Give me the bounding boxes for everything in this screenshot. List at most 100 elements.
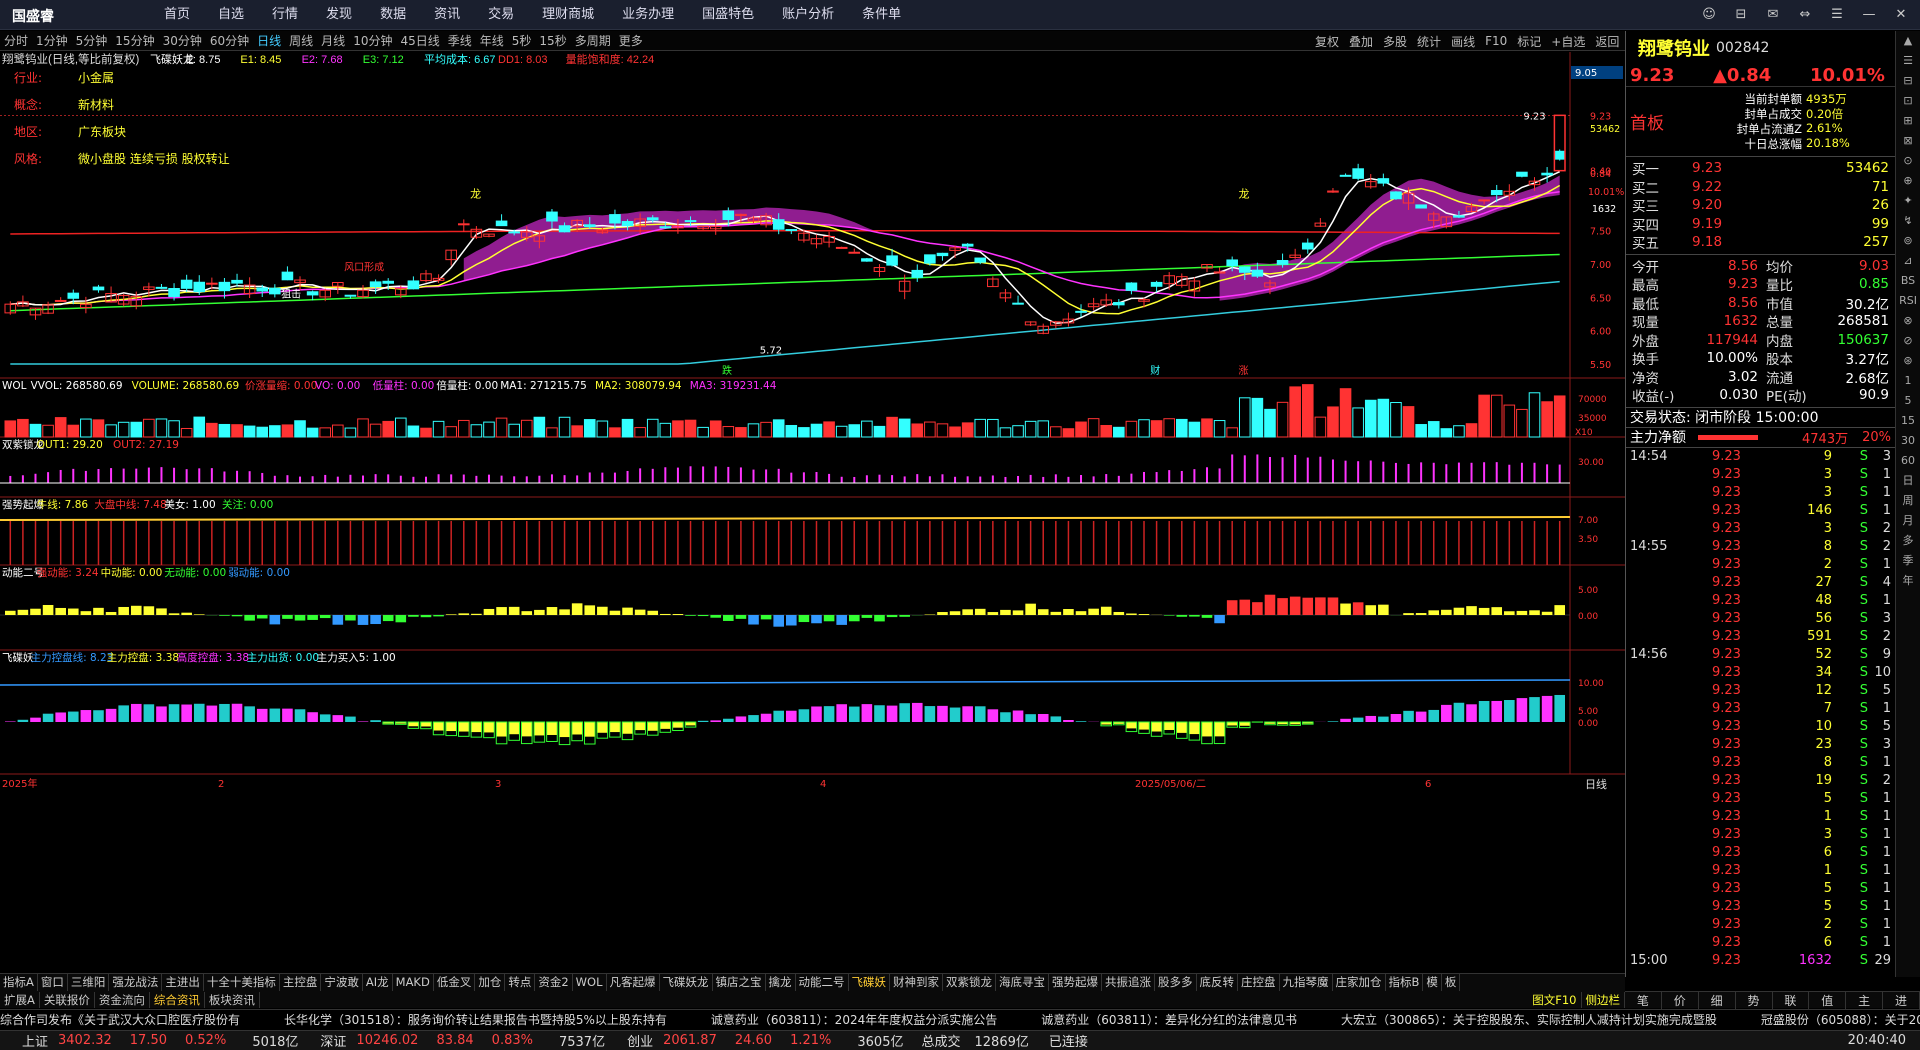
sidebar-button-icon-1[interactable]: ☰	[1896, 51, 1920, 71]
quote-tab-4[interactable]: 联	[1773, 991, 1810, 1009]
indicator-tab-30[interactable]: 庄家加仓	[1333, 974, 1386, 991]
quote-tab-2[interactable]: 细	[1699, 991, 1736, 1009]
quote-tab-6[interactable]: 主	[1846, 991, 1884, 1009]
news-ticker[interactable]: 综合作司发布《关于武汉大众口腔医疗股份有 长华化学（301518）：服务询价转让结…	[0, 1009, 1920, 1029]
bottom-tab-1[interactable]: 关联报价	[40, 991, 95, 1008]
indicator-tab-27[interactable]: 底反转	[1197, 974, 1238, 991]
bottom-tab-2[interactable]: 资金流向	[95, 991, 150, 1008]
indicator-tab-22[interactable]: 双紫锁龙	[943, 974, 996, 991]
indicator-tab-15[interactable]: 凡客起爆	[607, 974, 660, 991]
indicator-tab-24[interactable]: 强势起爆	[1049, 974, 1102, 991]
period-tab-5[interactable]: 60分钟	[206, 31, 253, 51]
chart-tool-5[interactable]: F10	[1480, 34, 1512, 48]
window-button-icon-0[interactable]: ☺	[1698, 4, 1720, 26]
sidebar-button-icon-26[interactable]: 季	[1896, 551, 1920, 571]
indicator-tab-7[interactable]: 宁波敢	[321, 974, 363, 991]
sidebar-button-icon-6[interactable]: ⊙	[1896, 151, 1920, 171]
sidebar-button-icon-2[interactable]: ⊟	[1896, 71, 1920, 91]
period-tab-8[interactable]: 月线	[317, 31, 349, 51]
indicator-tab-17[interactable]: 镇店之宝	[713, 974, 766, 991]
sidebar-button-icon-20[interactable]: 30	[1896, 431, 1920, 451]
chart-tool-4[interactable]: 画线	[1446, 33, 1480, 50]
quote-tab-3[interactable]: 势	[1736, 991, 1773, 1009]
sidebar-button-icon-16[interactable]: ⊛	[1896, 351, 1920, 371]
indicator-tab-31[interactable]: 指标B	[1386, 974, 1424, 991]
chart-tool-2[interactable]: 多股	[1378, 33, 1412, 50]
kline-chart[interactable]: 翔鹭钨业(日线,等比前复权) 飞碟妖 龙 E: 8.75 E1: 8.45 E2: 7.6…	[0, 52, 1625, 962]
indicator-tab-25[interactable]: 共振追涨	[1102, 974, 1155, 991]
topnav-item-1[interactable]: 自选	[204, 0, 258, 30]
sidebar-button-icon-24[interactable]: 月	[1896, 511, 1920, 531]
topnav-item-5[interactable]: 资讯	[420, 0, 474, 30]
quote-tab-0[interactable]: 笔	[1625, 991, 1662, 1009]
indicator-tab-0[interactable]: 指标A	[0, 974, 38, 991]
indicator-tab-23[interactable]: 海底寻宝	[996, 974, 1049, 991]
window-button-icon-1[interactable]: ⊟	[1730, 4, 1752, 26]
sidebar-button-icon-19[interactable]: 15	[1896, 411, 1920, 431]
period-tab-16[interactable]: 更多	[615, 31, 647, 51]
chart-tool-1[interactable]: 叠加	[1344, 33, 1378, 50]
bottom-tab-3[interactable]: 综合资讯	[150, 991, 205, 1008]
indicator-tab-10[interactable]: 低金叉	[434, 974, 476, 991]
sidebar-button-icon-13[interactable]: RSI	[1896, 291, 1920, 311]
sidebar-button-icon-23[interactable]: 周	[1896, 491, 1920, 511]
index-name[interactable]: 创业	[627, 1031, 653, 1050]
indicator-tab-29[interactable]: 九指琴魔	[1280, 974, 1333, 991]
sidebar-button-icon-9[interactable]: ↯	[1896, 211, 1920, 231]
indicator-tab-14[interactable]: WOL	[573, 974, 607, 991]
topnav-item-2[interactable]: 行情	[258, 0, 312, 30]
topnav-item-6[interactable]: 交易	[474, 0, 528, 30]
period-tab-7[interactable]: 周线	[285, 31, 317, 51]
indicator-tab-9[interactable]: MAKD	[393, 974, 434, 991]
bottom-tab-0[interactable]: 扩展A	[0, 991, 40, 1008]
period-tab-13[interactable]: 5秒	[508, 31, 536, 51]
period-tab-4[interactable]: 30分钟	[159, 31, 206, 51]
sidebar-button-icon-7[interactable]: ⊕	[1896, 171, 1920, 191]
index-name[interactable]: 上证	[22, 1031, 48, 1050]
sidebar-button-icon-3[interactable]: ⊡	[1896, 91, 1920, 111]
indicator-tab-33[interactable]: 板	[1442, 974, 1461, 991]
sidebar-button-icon-18[interactable]: 5	[1896, 391, 1920, 411]
indicator-tab-16[interactable]: 飞碟妖龙	[660, 974, 713, 991]
sidebar-button-icon-12[interactable]: BS	[1896, 271, 1920, 291]
period-tab-3[interactable]: 15分钟	[111, 31, 158, 51]
news-item[interactable]: 诚意药业（603811）：差异化分红的法律意见书	[1041, 1010, 1297, 1029]
sidebar-button-icon-4[interactable]: ⊞	[1896, 111, 1920, 131]
indicator-tab-8[interactable]: AI龙	[363, 974, 393, 991]
period-tab-6[interactable]: 日线	[253, 31, 285, 51]
chart-tool-0[interactable]: 复权	[1310, 33, 1344, 50]
chart-tool-7[interactable]: +自选	[1546, 33, 1590, 50]
topnav-item-11[interactable]: 条件单	[848, 0, 915, 30]
period-tab-11[interactable]: 季线	[444, 31, 476, 51]
window-button-icon-4[interactable]: ☰	[1826, 4, 1848, 26]
sidebar-button-icon-5[interactable]: ⊠	[1896, 131, 1920, 151]
quote-tab-1[interactable]: 价	[1662, 991, 1699, 1009]
chart-tool-3[interactable]: 统计	[1412, 33, 1446, 50]
period-tab-9[interactable]: 10分钟	[349, 31, 396, 51]
indicator-tab-20[interactable]: 飞碟妖	[849, 974, 890, 991]
window-button-icon-5[interactable]: —	[1858, 4, 1880, 26]
news-item[interactable]: 综合作司发布《关于武汉大众口腔医疗股份有	[0, 1010, 240, 1029]
indicator-tab-18[interactable]: 擒龙	[766, 974, 796, 991]
indicator-tab-12[interactable]: 转点	[505, 974, 536, 991]
indicator-tab-4[interactable]: 主进出	[162, 974, 204, 991]
topnav-item-9[interactable]: 国盛特色	[688, 0, 768, 30]
sidebar-button-icon-27[interactable]: 年	[1896, 571, 1920, 591]
sidebar-button-icon-15[interactable]: ⊘	[1896, 331, 1920, 351]
indicator-tab-3[interactable]: 强龙战法	[109, 974, 163, 991]
sidebar-button-icon-14[interactable]: ⊗	[1896, 311, 1920, 331]
index-name[interactable]: 深证	[320, 1031, 346, 1050]
bottom-tab-4[interactable]: 板块资讯	[205, 991, 260, 1008]
news-item[interactable]: 长华化学（301518）：服务询价转让结果报告书暨持股5%以上股东持有	[284, 1010, 667, 1029]
indicator-tab-21[interactable]: 财神到家	[890, 974, 943, 991]
app-logo[interactable]: 国盛睿	[12, 6, 54, 26]
sidebar-button-icon-8[interactable]: ✦	[1896, 191, 1920, 211]
indicator-tab-2[interactable]: 三维阳	[68, 974, 110, 991]
quote-tab-5[interactable]: 值	[1809, 991, 1847, 1009]
tick-list[interactable]: 14:54 9.23 9 S 3 9.23 3 S 1 9.23 3 S 1 9.23 146 S 1 9.23 3…	[1626, 448, 1895, 970]
indicator-tab-1[interactable]: 窗口	[38, 974, 68, 991]
period-tab-10[interactable]: 45日线	[396, 31, 443, 51]
period-tab-14[interactable]: 15秒	[535, 31, 570, 51]
topnav-item-8[interactable]: 业务办理	[608, 0, 688, 30]
sidebar-button-icon-0[interactable]: ▲	[1896, 31, 1920, 51]
